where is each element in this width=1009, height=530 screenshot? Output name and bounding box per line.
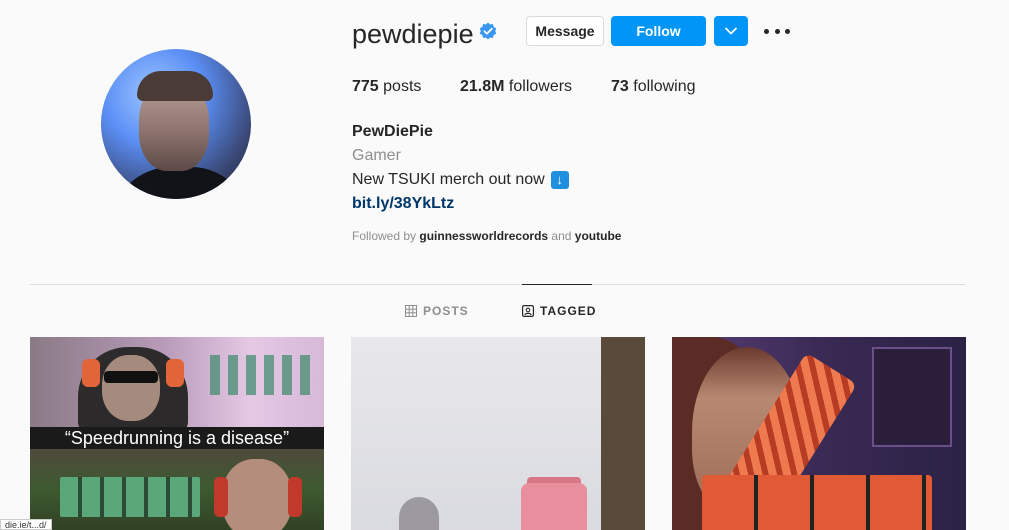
tile-headphone-right xyxy=(166,359,184,387)
tab-tagged[interactable]: TAGGED xyxy=(522,304,596,318)
tile-caption: “Speedrunning is a disease” xyxy=(30,427,324,449)
following-label: following xyxy=(633,78,696,95)
verified-badge-icon xyxy=(479,22,497,40)
tile-portal xyxy=(60,477,200,517)
followed-by-user-1: guinnessworldrecords xyxy=(419,229,549,243)
avatar-hair xyxy=(137,71,213,101)
stat-posts: 775 posts xyxy=(352,78,421,96)
followed-by-and: and xyxy=(551,229,572,243)
dot-icon xyxy=(764,28,769,34)
tagged-post-tile[interactable] xyxy=(672,337,966,530)
tagged-user-icon xyxy=(522,305,534,317)
dot-icon xyxy=(785,28,790,34)
grid-icon xyxy=(405,305,417,317)
active-tab-indicator xyxy=(522,284,592,285)
profile-avatar[interactable] xyxy=(101,49,251,199)
profile-username: pewdiepie xyxy=(352,19,474,49)
tile-lamp xyxy=(399,497,439,530)
tile-poster xyxy=(872,347,952,447)
tile-sunglasses xyxy=(104,371,158,383)
tile-shelf xyxy=(601,337,645,530)
message-button[interactable]: Message xyxy=(526,16,604,46)
tagged-post-tile[interactable]: “Speedrunning is a disease” xyxy=(30,337,324,530)
followed-by[interactable]: Followed by guinnessworldrecords and you… xyxy=(352,229,621,243)
tile-face-2 xyxy=(222,459,292,530)
tile-face xyxy=(102,355,160,421)
followers-label: followers xyxy=(508,78,573,95)
profile-bio: New TSUKI merch out now ↓ xyxy=(352,171,569,189)
tab-tagged-label: TAGGED xyxy=(540,304,597,318)
status-bar-url: die.ie/t...d/ xyxy=(0,519,52,530)
avatar-shirt xyxy=(111,167,251,199)
posts-label: posts xyxy=(383,78,422,95)
tabs-divider xyxy=(30,284,965,285)
profile-full-name: PewDiePie xyxy=(352,123,433,140)
tab-posts-label: POSTS xyxy=(423,304,469,318)
bio-text: New TSUKI merch out now xyxy=(352,171,545,188)
dot-icon xyxy=(774,28,780,34)
chevron-down-icon xyxy=(725,27,737,35)
followed-by-user-2: youtube xyxy=(574,229,622,243)
tile-figurines xyxy=(210,355,310,395)
profile-link[interactable]: bit.ly/38YkLtz xyxy=(352,195,454,213)
stat-following[interactable]: 73 following xyxy=(611,78,696,96)
tile-headphone-right-2 xyxy=(288,477,302,517)
tile-headphone-left-2 xyxy=(214,477,228,517)
suggested-dropdown-button[interactable] xyxy=(714,16,748,46)
profile-page: pewdiepie Message Follow 775 posts 21.8M… xyxy=(0,0,1009,530)
tile-cup xyxy=(521,483,587,530)
profile-category: Gamer xyxy=(352,147,401,164)
tile-energy-cans xyxy=(702,475,932,530)
followed-by-prefix: Followed by xyxy=(352,229,417,243)
follow-button[interactable]: Follow xyxy=(611,16,706,46)
down-arrow-icon: ↓ xyxy=(550,171,569,189)
tagged-post-tile[interactable] xyxy=(351,337,645,530)
more-options-button[interactable] xyxy=(764,20,790,42)
following-count: 73 xyxy=(611,78,629,95)
followers-count: 21.8M xyxy=(460,78,505,95)
tile-headphone-left xyxy=(82,359,100,387)
posts-count: 775 xyxy=(352,78,379,95)
stat-followers[interactable]: 21.8M followers xyxy=(460,78,572,96)
tab-posts[interactable]: POSTS xyxy=(405,304,469,318)
